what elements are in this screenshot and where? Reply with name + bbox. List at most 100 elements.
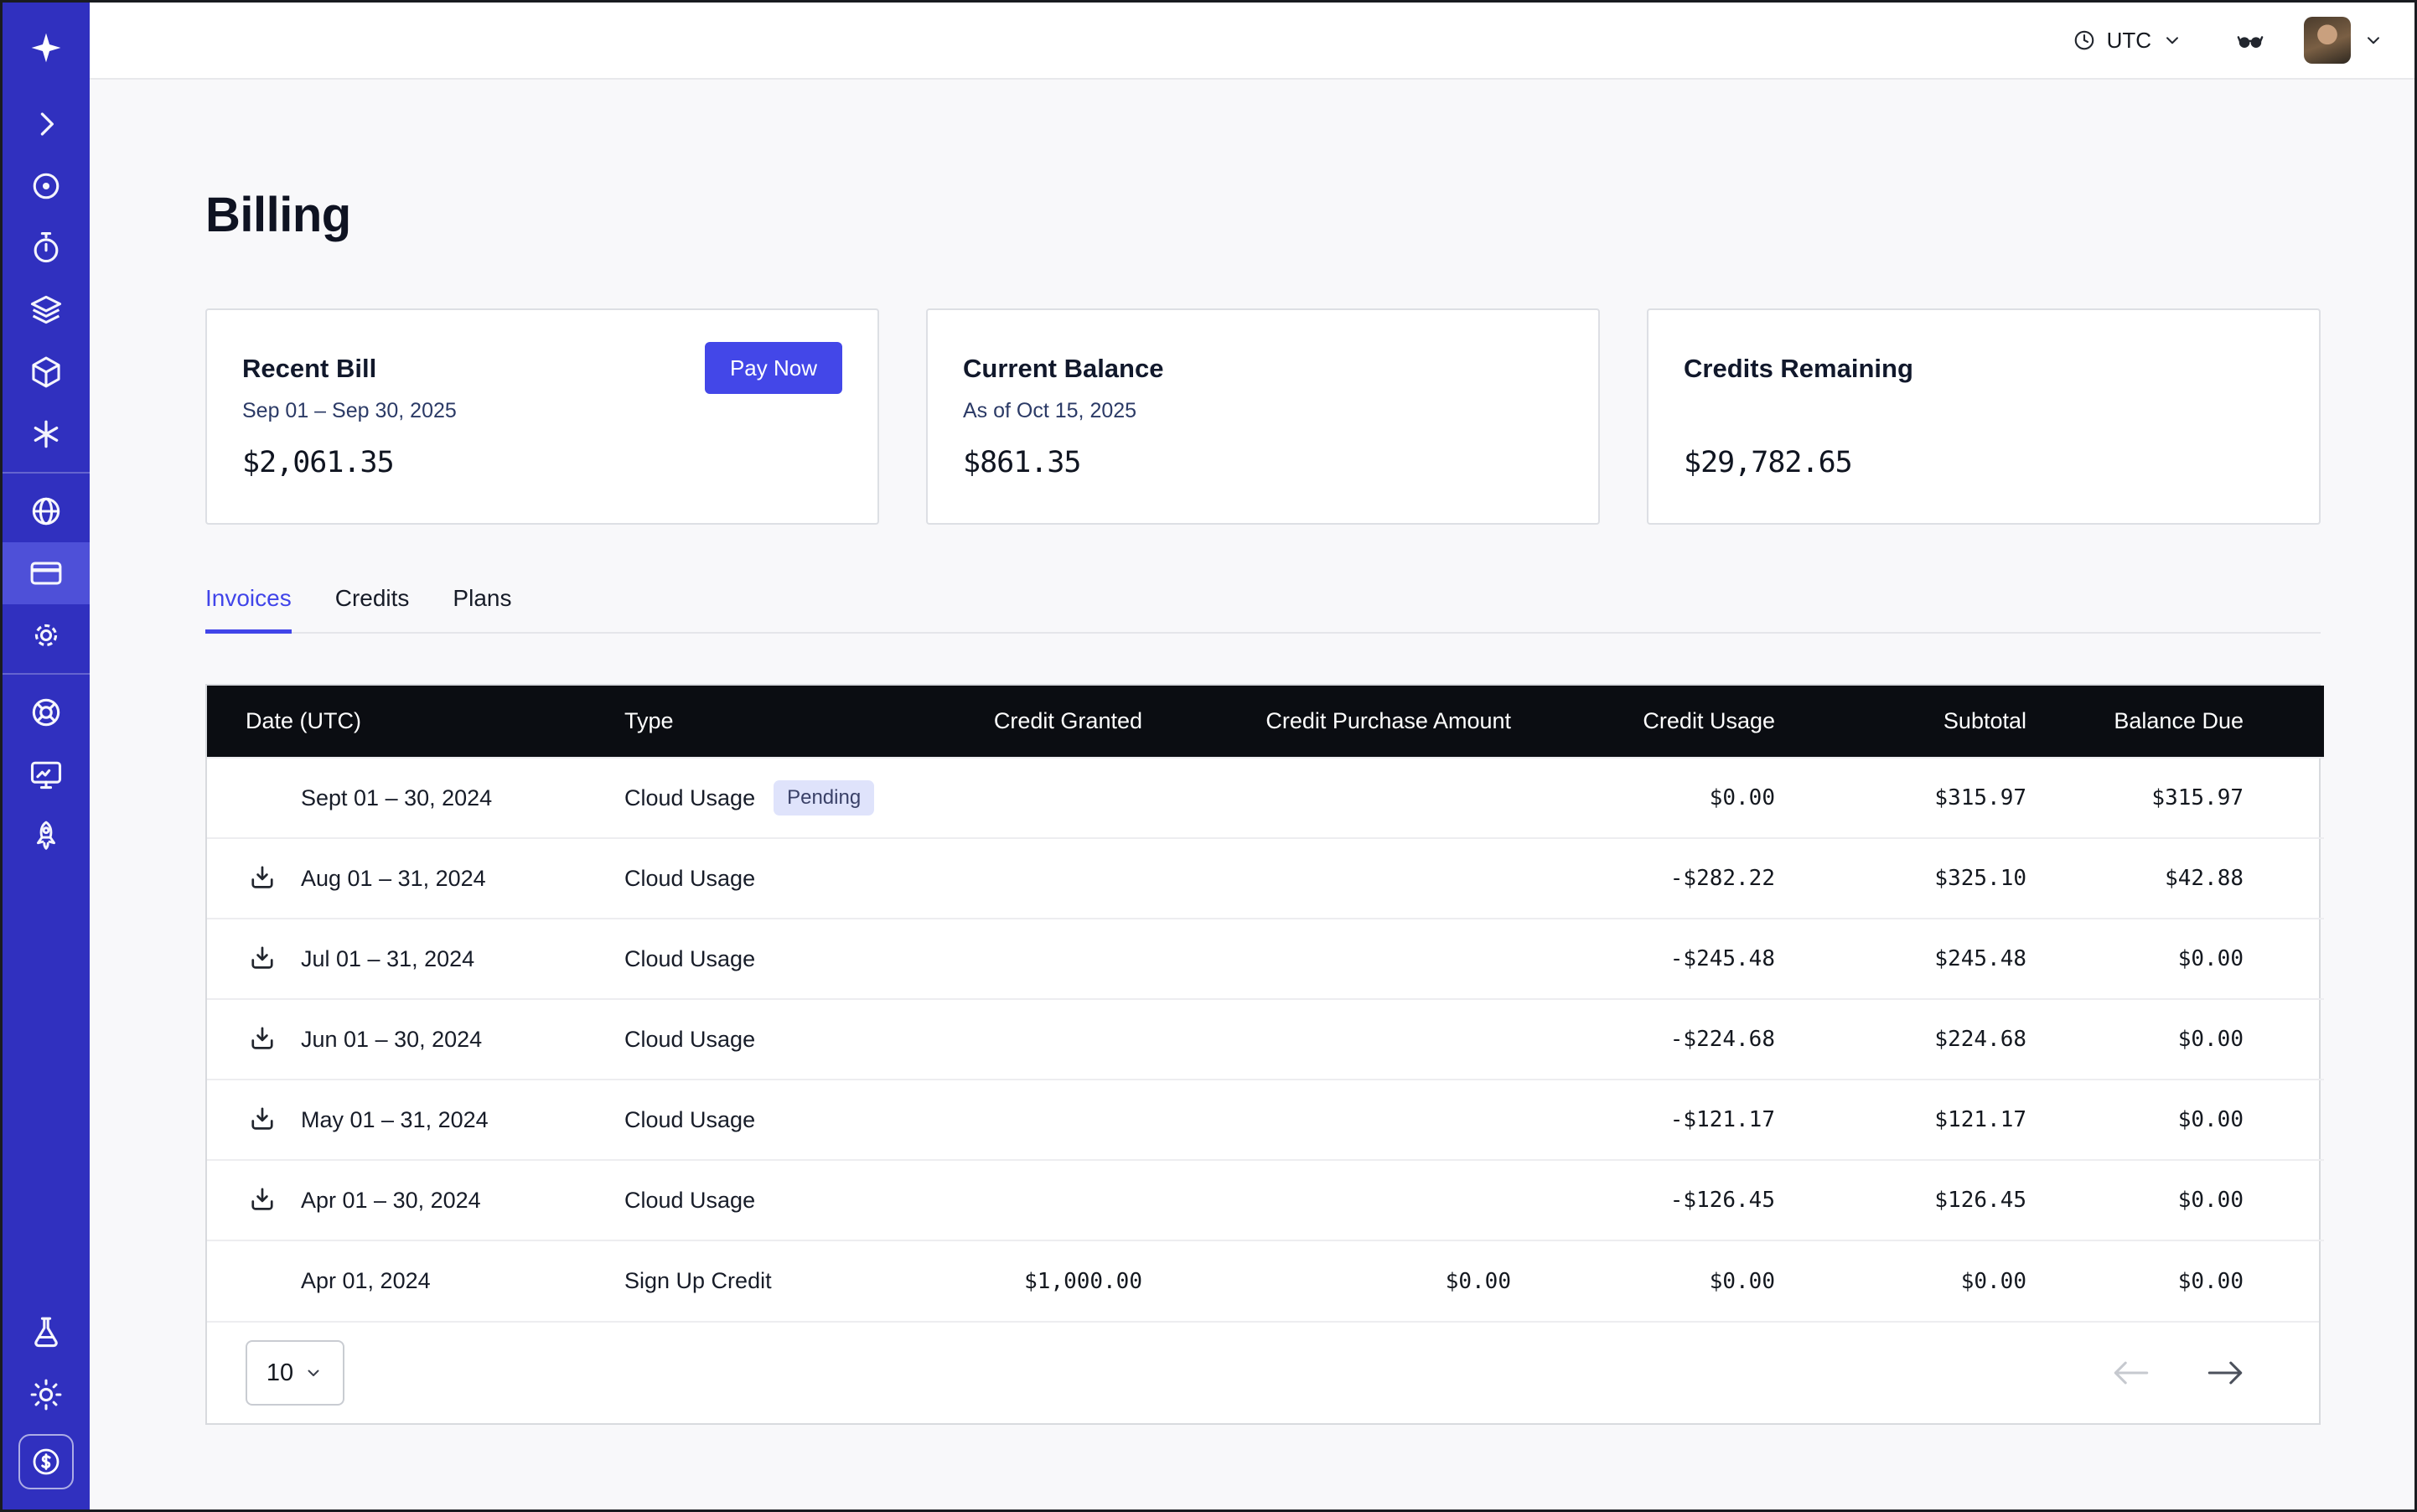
arrow-left-icon <box>2111 1359 2151 1387</box>
credit-granted-value <box>985 838 1186 919</box>
page-title: Billing <box>205 187 2321 243</box>
credits-remaining-card: Credits Remaining $29,782.65 <box>1647 308 2321 525</box>
table-header-row: Date (UTC) Type Credit Granted Credit Pu… <box>207 686 2324 758</box>
download-invoice-button[interactable] <box>247 944 277 974</box>
subtotal-value: $315.97 <box>1819 758 2070 838</box>
invoice-date: Apr 01 – 30, 2024 <box>301 1188 481 1214</box>
billing-tabs: Invoices Credits Plans <box>205 585 2321 634</box>
download-invoice-button[interactable] <box>247 1185 277 1215</box>
balance-due-value: $315.97 <box>2070 758 2324 838</box>
pay-now-button[interactable]: Pay Now <box>705 342 842 394</box>
credit-granted-value <box>985 1080 1186 1160</box>
credit-granted-value: $1,000.00 <box>985 1240 1186 1321</box>
table-row: Sept 01 – 30, 2024 Cloud UsagePending $0… <box>207 758 2324 838</box>
globe-icon <box>28 493 65 530</box>
avatar[interactable] <box>2304 17 2351 64</box>
page-size-select[interactable]: 10 <box>246 1340 344 1406</box>
table-footer: 10 <box>207 1321 2319 1423</box>
credit-usage-value: -$121.17 <box>1555 1080 1819 1160</box>
download-icon <box>247 1105 277 1135</box>
chevron-down-icon <box>2161 29 2183 51</box>
credit-granted-value <box>985 1160 1186 1240</box>
balance-due-value: $0.00 <box>2070 919 2324 999</box>
sidebar-item-credits[interactable] <box>18 1434 74 1489</box>
subtotal-value: $126.45 <box>1819 1160 2070 1240</box>
sidebar-item-asterisk[interactable] <box>3 403 90 465</box>
sidebar-item-launch[interactable] <box>3 805 90 867</box>
col-balance-due: Balance Due <box>2070 686 2324 758</box>
credit-card-icon <box>28 555 65 592</box>
sidebar-expand-button[interactable] <box>3 93 90 155</box>
chevron-right-icon <box>28 106 65 142</box>
credit-purchase-value <box>1186 999 1555 1080</box>
sun-icon <box>28 1376 65 1413</box>
goggles-icon <box>2235 25 2265 55</box>
dollar-circle-icon <box>28 1444 64 1479</box>
sidebar-item-billing[interactable] <box>3 542 90 604</box>
table-row: Aug 01 – 31, 2024 Cloud Usage -$282.22 $… <box>207 838 2324 919</box>
invoice-date: May 01 – 31, 2024 <box>301 1107 489 1133</box>
tab-invoices[interactable]: Invoices <box>205 585 292 632</box>
sidebar-item-theme[interactable] <box>3 1364 90 1426</box>
card-amount: $861.35 <box>963 446 1081 479</box>
sidebar-item-layers[interactable] <box>3 279 90 341</box>
tab-credits[interactable]: Credits <box>335 585 410 632</box>
credit-granted-value <box>985 919 1186 999</box>
table-row: Apr 01, 2024 Sign Up Credit $1,000.00 $0… <box>207 1240 2324 1321</box>
col-date: Date (UTC) <box>207 686 624 758</box>
chevron-down-icon <box>2363 29 2384 51</box>
invoice-date: Jun 01 – 30, 2024 <box>301 1027 482 1053</box>
credit-granted-value <box>985 758 1186 838</box>
subtotal-value: $325.10 <box>1819 838 2070 919</box>
sidebar-item-globe[interactable] <box>3 480 90 542</box>
sidebar-item-labs[interactable] <box>3 1302 90 1364</box>
invoice-type: Sign Up Credit <box>624 1268 772 1294</box>
subtotal-value: $224.68 <box>1819 999 2070 1080</box>
asterisk-icon <box>28 416 65 453</box>
credit-purchase-value <box>1186 1160 1555 1240</box>
invoices-table: Date (UTC) Type Credit Granted Credit Pu… <box>205 684 2321 1425</box>
layers-icon <box>28 292 65 329</box>
sidebar-spacer <box>3 867 90 1302</box>
timezone-selector[interactable]: UTC <box>2072 28 2183 54</box>
previous-page-button[interactable] <box>2111 1359 2151 1387</box>
sidebar-item-target[interactable] <box>3 155 90 217</box>
cube-icon <box>28 354 65 391</box>
summary-cards: Recent Bill Pay Now Sep 01 – Sep 30, 202… <box>205 308 2321 525</box>
invoice-type: Cloud Usage <box>624 1107 755 1133</box>
download-invoice-button[interactable] <box>247 1105 277 1135</box>
page-size-value: 10 <box>267 1359 293 1387</box>
card-amount: $29,782.65 <box>1684 446 1852 479</box>
card-title: Credits Remaining <box>1684 354 1913 384</box>
sidebar-item-settings[interactable] <box>3 604 90 666</box>
invoice-type: Cloud Usage <box>624 785 755 811</box>
tab-plans[interactable]: Plans <box>453 585 511 632</box>
card-subtitle: As of Oct 15, 2025 <box>963 399 1136 423</box>
status-badge: Pending <box>774 780 874 816</box>
sidebar-divider <box>3 472 90 474</box>
invoice-type: Cloud Usage <box>624 866 755 892</box>
download-icon <box>247 1185 277 1215</box>
monitor-icon <box>28 756 65 793</box>
subtotal-value: $245.48 <box>1819 919 2070 999</box>
invoice-type: Cloud Usage <box>624 946 755 972</box>
credit-usage-value: -$224.68 <box>1555 999 1819 1080</box>
table-row: Jun 01 – 30, 2024 Cloud Usage -$224.68 $… <box>207 999 2324 1080</box>
download-icon <box>247 863 277 893</box>
balance-due-value: $0.00 <box>2070 1080 2324 1160</box>
col-type: Type <box>624 686 985 758</box>
logo-sparkle-icon[interactable] <box>3 3 90 93</box>
download-invoice-button[interactable] <box>247 863 277 893</box>
download-invoice-button[interactable] <box>247 1024 277 1054</box>
sidebar-item-console[interactable] <box>3 743 90 805</box>
credit-usage-value: $0.00 <box>1555 1240 1819 1321</box>
account-menu[interactable] <box>2304 17 2384 64</box>
credit-purchase-value: $0.00 <box>1186 1240 1555 1321</box>
sidebar-item-help[interactable] <box>3 681 90 743</box>
goggles-button[interactable] <box>2235 25 2265 55</box>
next-page-button[interactable] <box>2205 1359 2245 1387</box>
clock-icon <box>2072 28 2097 53</box>
sidebar-item-timer[interactable] <box>3 217 90 279</box>
sidebar-item-cube[interactable] <box>3 341 90 403</box>
credit-usage-value: -$282.22 <box>1555 838 1819 919</box>
